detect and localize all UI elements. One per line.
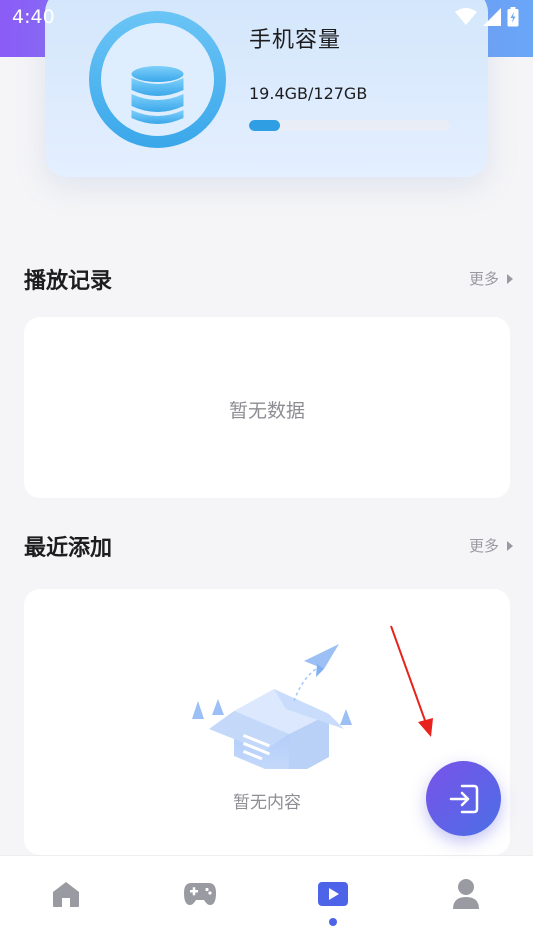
active-indicator-dot [329, 918, 337, 926]
play-history-more-link[interactable]: 更多 [469, 268, 513, 289]
recently-added-title: 最近添加 [24, 536, 113, 561]
status-bar: 4:40 [0, 0, 533, 34]
wifi-icon [455, 8, 477, 25]
nav-games[interactable] [180, 874, 220, 914]
empty-box-icon [192, 644, 352, 769]
annotation-arrow [390, 625, 433, 737]
gamepad-icon [184, 883, 216, 905]
chevron-right-icon [507, 273, 513, 284]
user-icon [453, 879, 479, 909]
nav-home[interactable] [46, 874, 86, 914]
play-history-panel: 暂无数据 [24, 317, 510, 498]
home-icon [53, 882, 79, 907]
storage-progress-bar [249, 120, 450, 131]
video-play-icon [318, 882, 348, 906]
status-time: 4:40 [12, 6, 55, 28]
more-label: 更多 [468, 537, 499, 555]
import-icon [449, 784, 478, 813]
database-icon [131, 66, 184, 124]
play-history-empty-text: 暂无数据 [228, 400, 305, 422]
storage-usage: 19.4GB/127GB [249, 84, 368, 103]
cellular-signal-icon [483, 8, 501, 26]
chevron-right-icon [507, 540, 513, 551]
battery-icon [507, 7, 519, 27]
more-label: 更多 [468, 270, 499, 288]
bottom-nav [0, 855, 533, 948]
recently-added-more-link[interactable]: 更多 [469, 535, 513, 556]
storage-progress-fill [249, 120, 280, 131]
import-fab-button[interactable] [426, 761, 501, 836]
play-history-title: 播放记录 [24, 269, 113, 294]
nav-videos[interactable] [313, 874, 353, 914]
nav-profile[interactable] [446, 874, 486, 914]
status-icons [455, 7, 519, 27]
